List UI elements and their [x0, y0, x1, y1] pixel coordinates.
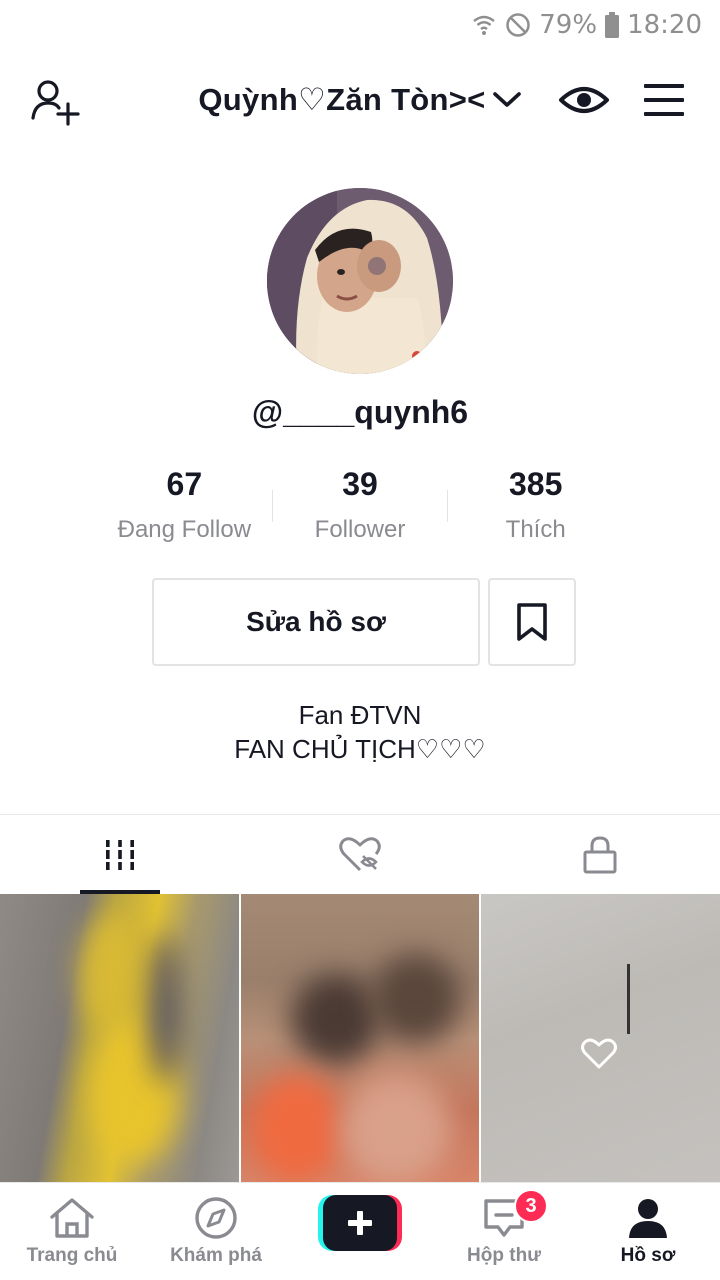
thumbnail-blur [250, 1074, 341, 1184]
following-stat[interactable]: 67 Đang Follow [97, 462, 272, 552]
clock: 18:20 [627, 10, 702, 40]
thumbnail-blur [150, 934, 180, 1084]
video-grid [0, 894, 720, 1184]
thumbnail-blur [370, 954, 461, 1044]
nav-discover-label: Khám phá [170, 1245, 262, 1266]
profile-header: Quỳnh♡Zăn Tòn>< [0, 68, 720, 132]
battery-percent: 79% [539, 10, 598, 40]
bio-line: FAN CHỦ TỊCH♡♡♡ [234, 734, 486, 764]
nav-inbox[interactable]: Hộp thư 3 [432, 1183, 576, 1280]
bookmark-icon [517, 603, 547, 641]
page-title: Quỳnh♡Zăn Tòn>< [198, 82, 486, 117]
wifi-icon [471, 12, 497, 38]
profile-tabs [0, 814, 720, 894]
nav-discover[interactable]: Khám phá [144, 1183, 288, 1280]
following-label: Đang Follow [117, 516, 252, 543]
profile-views-button[interactable] [558, 78, 610, 122]
tab-liked[interactable] [240, 815, 480, 894]
edit-profile-button[interactable]: Sửa hồ sơ [152, 578, 480, 666]
video-thumbnail[interactable] [481, 894, 720, 1184]
followers-count: 39 [342, 466, 378, 502]
thumbnail-line [627, 964, 631, 1034]
home-icon [50, 1198, 94, 1238]
video-thumbnail[interactable] [240, 894, 480, 1184]
nav-home[interactable]: Trang chủ [0, 1183, 144, 1280]
likes-stat[interactable]: 385 Thích [448, 462, 623, 552]
video-thumbnail[interactable] [0, 894, 239, 1184]
account-switcher[interactable]: Quỳnh♡Zăn Tòn>< [150, 76, 570, 124]
plus-icon [318, 1195, 402, 1251]
inbox-badge: 3 [514, 1189, 548, 1223]
favorites-button[interactable] [488, 578, 576, 666]
bottom-nav: Trang chủ Khám phá Hộp thư 3 Hồ sơ [0, 1182, 720, 1280]
nav-profile-label: Hồ sơ [620, 1245, 676, 1266]
following-count: 67 [166, 466, 203, 502]
likes-label: Thích [505, 516, 566, 543]
profile-stats: 67 Đang Follow 39 Follower 385 Thích [97, 462, 623, 552]
profile-icon [629, 1199, 667, 1238]
battery-icon [605, 12, 620, 38]
followers-label: Follower [314, 516, 406, 543]
heart-icon [581, 1038, 618, 1069]
thumbnail-blur [80, 914, 150, 1034]
hamburger-menu-icon [644, 84, 684, 116]
avatar-photo [267, 188, 453, 374]
status-bar: 79% 18:20 [0, 0, 720, 50]
followers-stat[interactable]: 39 Follower [273, 462, 448, 552]
tab-videos[interactable] [0, 815, 240, 894]
thumbnail-blur [290, 974, 381, 1064]
chevron-down-icon [492, 92, 521, 107]
do-not-disturb-icon [505, 12, 531, 38]
nav-home-label: Trang chủ [26, 1245, 118, 1266]
menu-button[interactable] [640, 80, 688, 120]
bio-line: Fan ĐTVN [298, 700, 422, 730]
grid-icon [103, 839, 137, 870]
likes-count: 385 [508, 466, 563, 502]
compass-icon [195, 1197, 237, 1239]
liked-hidden-icon [339, 836, 381, 871]
eye-icon [559, 87, 609, 113]
create-video-button[interactable] [318, 1195, 402, 1251]
lock-icon [583, 835, 617, 873]
avatar[interactable] [267, 188, 453, 374]
thumbnail-blur [340, 1074, 451, 1184]
add-user-icon [31, 80, 80, 126]
profile-bio: Fan ĐTVN FAN CHỦ TỊCH♡♡♡ [0, 698, 720, 766]
nav-profile[interactable]: Hồ sơ [576, 1183, 720, 1280]
tab-private[interactable] [480, 815, 720, 894]
add-friend-button[interactable] [28, 74, 84, 130]
profile-handle: @____quynh6 [251, 394, 469, 430]
nav-inbox-label: Hộp thư [467, 1245, 541, 1266]
